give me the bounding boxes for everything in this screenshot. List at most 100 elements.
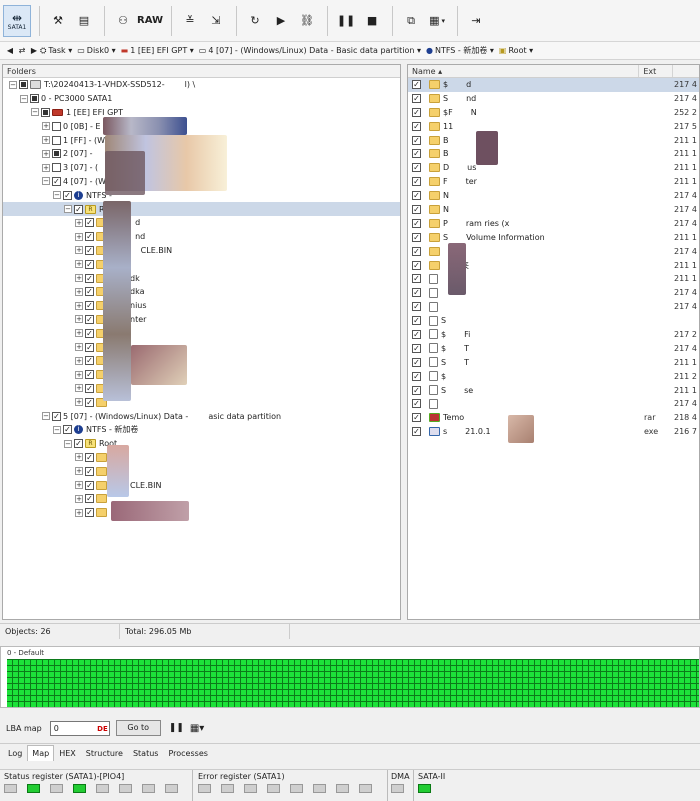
checkbox[interactable]: ✓ — [412, 135, 421, 145]
checkbox[interactable]: ✓ — [52, 176, 61, 186]
breadcrumb-gpt[interactable]: ▬ 1 [EE] EFI GPT ▾ — [121, 46, 194, 55]
tree-node[interactable]: + ✓ — [3, 382, 400, 396]
lba-input[interactable]: 0 DE — [49, 720, 110, 736]
file-row[interactable]: ✓ S T 211 1 — [408, 356, 699, 370]
tree-button[interactable]: ⛓ — [295, 5, 319, 37]
checkbox[interactable]: ✓ — [85, 218, 94, 228]
checkbox[interactable]: ✓ — [85, 342, 94, 352]
expander-icon[interactable]: + — [75, 218, 83, 227]
checkbox[interactable]: ✓ — [85, 480, 94, 490]
checkbox[interactable]: ✓ — [412, 288, 421, 298]
expander-icon[interactable]: + — [75, 260, 83, 269]
expander-icon[interactable]: − — [31, 108, 39, 117]
file-row[interactable]: ✓ $ T 217 4 — [408, 342, 699, 356]
tree-node[interactable]: + ✓ nter — [3, 313, 400, 327]
checkbox[interactable]: ✓ — [412, 260, 421, 270]
file-row[interactable]: ✓ 217 4 — [408, 397, 699, 411]
checkbox[interactable]: ✓ — [412, 413, 421, 423]
breadcrumb-root[interactable]: ▣ Root ▾ — [499, 46, 533, 55]
checkbox[interactable]: ✓ — [74, 439, 83, 449]
image-button[interactable]: ▦ ▾ — [425, 5, 449, 37]
checkbox[interactable]: ✓ — [85, 245, 94, 255]
tree-node[interactable]: + ✓ CLE.BIN — [3, 478, 400, 492]
checkbox[interactable]: ✓ — [74, 204, 83, 214]
file-row[interactable]: ✓ Temo rar 218 4 — [408, 411, 699, 425]
checkbox[interactable] — [30, 94, 39, 104]
checkbox[interactable]: ✓ — [412, 329, 421, 339]
tree-node[interactable]: + ✓ — [3, 464, 400, 478]
checkbox[interactable]: ✓ — [412, 79, 421, 89]
checkbox[interactable]: ✓ — [412, 246, 421, 256]
checkbox[interactable]: ✓ — [412, 302, 421, 312]
tab-hex[interactable]: HEX — [54, 745, 81, 761]
expander-icon[interactable]: − — [64, 205, 72, 214]
checkbox[interactable]: ✓ — [85, 301, 94, 311]
checkbox[interactable]: ✓ — [85, 273, 94, 283]
tree-node[interactable]: − 0 - PC3000 SATA1 — [3, 92, 400, 106]
tree-node[interactable]: + ✓ — [3, 451, 400, 465]
tree-node[interactable]: + ✓ — [3, 354, 400, 368]
checkbox[interactable]: ✓ — [412, 385, 421, 395]
checkbox[interactable]: ✓ — [412, 218, 421, 228]
checkbox[interactable]: ✓ — [85, 397, 94, 407]
checkbox[interactable]: ✓ — [412, 204, 421, 214]
checkbox[interactable]: ✓ — [85, 287, 94, 297]
expander-icon[interactable]: + — [75, 246, 83, 255]
tree-node[interactable]: + ✓ — [3, 492, 400, 506]
checkbox[interactable]: ✓ — [85, 466, 94, 476]
checkbox[interactable]: ✓ — [85, 508, 94, 518]
heads-button[interactable]: ≚ — [178, 5, 202, 37]
file-row[interactable]: ✓ B 211 1 — [408, 134, 699, 148]
play-button[interactable]: ▶ — [269, 5, 293, 37]
expander-icon[interactable]: + — [75, 453, 83, 462]
tree-node[interactable]: − ✓ 5 [07] - (Windows/Linux) Data - asic d… — [3, 409, 400, 423]
expander-icon[interactable]: − — [53, 191, 61, 200]
pause-button[interactable]: ❚❚ — [334, 5, 358, 37]
pause-icon[interactable]: ❚❚ — [169, 723, 184, 733]
tree-node[interactable]: + ✓ — [3, 368, 400, 382]
checkbox[interactable]: ✓ — [412, 316, 421, 326]
expander-icon[interactable]: + — [75, 356, 83, 365]
expander-icon[interactable]: − — [53, 425, 61, 434]
file-row[interactable]: ✓ $ d 217 4 — [408, 78, 699, 92]
file-row[interactable]: ✓ 11 217 5 — [408, 120, 699, 134]
tree-node[interactable]: +✓11 — [3, 257, 400, 271]
expander-icon[interactable]: + — [75, 384, 83, 393]
tree-node[interactable]: +✓Snd — [3, 230, 400, 244]
tree-node[interactable]: − 1 [EE] EFI GPT — [3, 106, 400, 120]
expander-icon[interactable]: + — [75, 508, 83, 517]
checkbox[interactable] — [52, 121, 61, 131]
checkbox[interactable]: ✓ — [85, 383, 94, 393]
checkbox[interactable]: ✓ — [52, 411, 61, 421]
breadcrumb-disk[interactable]: ▭ Disk0 ▾ — [77, 46, 115, 55]
tab-structure[interactable]: Structure — [81, 745, 128, 761]
file-row[interactable]: ✓ s 21.0.1 exe 216 7 — [408, 425, 699, 439]
expander-icon[interactable]: + — [75, 232, 83, 241]
checkbox[interactable]: ✓ — [412, 93, 421, 103]
tree-node[interactable]: + ✓ — [3, 395, 400, 409]
checkbox[interactable]: ✓ — [85, 232, 94, 242]
tree-node[interactable]: + ✓ dka — [3, 285, 400, 299]
column-size[interactable] — [673, 65, 699, 77]
tree-node[interactable]: − ✓ R R — [3, 202, 400, 216]
raw-button[interactable]: RAW — [137, 5, 163, 37]
tools-button[interactable]: ⚒ — [46, 5, 70, 37]
back-icon[interactable]: ◀ — [4, 46, 16, 55]
expander-icon[interactable]: + — [75, 481, 83, 489]
file-row[interactable]: ✓ $211 2 — [408, 370, 699, 384]
tree-node[interactable]: +✓T — [3, 340, 400, 354]
export-button[interactable]: ⇲ — [204, 5, 228, 37]
sector-map-grid[interactable] — [7, 659, 699, 707]
file-row[interactable]: ✓ N 217 4 — [408, 203, 699, 217]
checkbox[interactable]: ✓ — [85, 328, 94, 338]
checkbox[interactable]: ✓ — [63, 425, 72, 435]
file-row[interactable]: ✓ Pram ries (x 217 4 — [408, 217, 699, 231]
sata-port-button[interactable]: ⇹ SATA1 — [3, 4, 31, 37]
expander-icon[interactable]: + — [75, 343, 83, 352]
expander-icon[interactable]: + — [42, 136, 50, 145]
tree-node[interactable]: +0 [0B] - E — [3, 119, 400, 133]
file-row[interactable]: ✓ S — [408, 314, 699, 328]
checkbox[interactable]: ✓ — [412, 163, 421, 173]
tree-node[interactable]: − ✓ R Root — [3, 437, 400, 451]
file-row[interactable]: ✓ Sse 211 1 — [408, 384, 699, 398]
